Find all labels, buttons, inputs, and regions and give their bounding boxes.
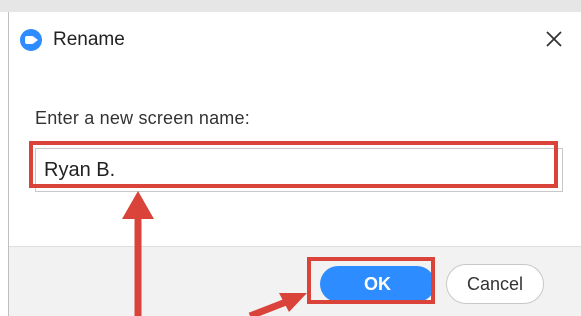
ok-button[interactable]: OK: [320, 266, 435, 302]
screen-name-input[interactable]: [35, 148, 563, 192]
zoom-camera-icon: [20, 29, 42, 51]
dialog-titlebar: Rename: [9, 12, 581, 62]
dialog-footer: OK Cancel: [9, 246, 581, 316]
cancel-button[interactable]: Cancel: [446, 264, 544, 304]
dialog-title: Rename: [53, 29, 125, 50]
background-window-strip: [0, 0, 581, 12]
close-button[interactable]: [541, 26, 567, 52]
screen-name-label: Enter a new screen name:: [35, 108, 250, 128]
rename-dialog: Rename Enter a new screen name: OK Cance…: [8, 12, 581, 316]
close-icon: [546, 31, 562, 47]
